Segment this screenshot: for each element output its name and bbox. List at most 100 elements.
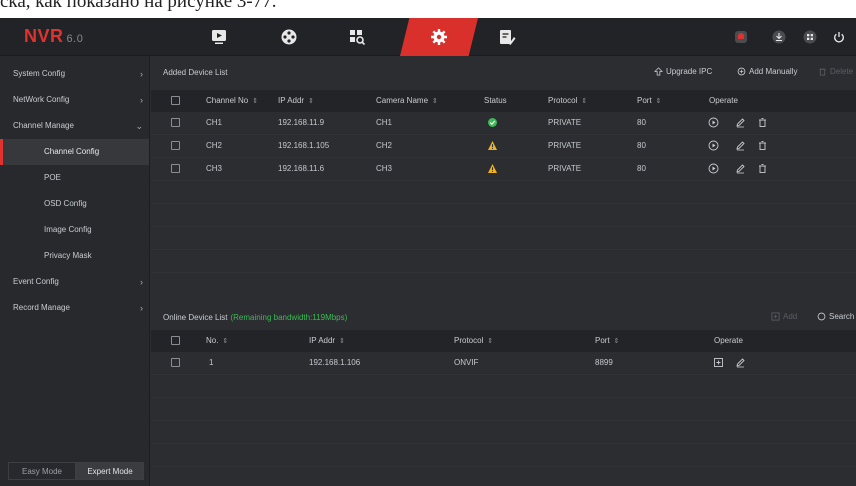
document-caption: ска, как показано на рисунке 3-77.: [0, 0, 856, 18]
search-icon[interactable]: [326, 18, 388, 56]
sidebar-item-system-config[interactable]: System Config ›: [0, 61, 149, 87]
cell-channel: CH2: [206, 141, 223, 150]
edit-icon[interactable]: [735, 140, 746, 151]
upgrade-ipc-button[interactable]: Upgrade IPC: [654, 67, 712, 76]
empty-row: [151, 273, 856, 296]
cell-channel: CH1: [206, 118, 223, 127]
sidebar-item-privacy-mask[interactable]: Privacy Mask: [0, 243, 149, 269]
empty-row: [151, 204, 856, 227]
cell-protocol: PRIVATE: [548, 164, 582, 173]
col-operate: Operate: [714, 336, 743, 345]
col-status: Status: [484, 96, 507, 105]
delete-button[interactable]: Delete: [818, 67, 853, 76]
empty-row: [151, 421, 856, 444]
row-checkbox[interactable]: [171, 164, 180, 173]
add-icon[interactable]: [713, 357, 724, 368]
col-port[interactable]: Port ⇕: [595, 330, 620, 352]
select-all-checkbox[interactable]: [171, 96, 180, 105]
add-device-button[interactable]: Add: [771, 312, 797, 321]
col-port[interactable]: Port ⇕: [637, 90, 662, 112]
sidebar: System Config › NetWork Config › Channel M…: [0, 56, 150, 486]
add-manually-button[interactable]: Add Manually: [737, 67, 797, 76]
online-table-header: No. ⇕ IP Addr ⇕ Protocol ⇕ Port ⇕ Operate: [151, 330, 856, 352]
power-icon[interactable]: [832, 30, 846, 44]
sidebar-item-channel-config[interactable]: Channel Config: [0, 139, 149, 165]
play-icon[interactable]: [708, 140, 719, 151]
trash-icon[interactable]: [757, 117, 768, 128]
table-row: CH3 192.168.11.6 CH3 PRIVATE 80: [151, 158, 856, 181]
expert-mode-button[interactable]: Expert Mode: [76, 462, 144, 480]
main-panel: Added Device List Upgrade IPC Add Manual…: [151, 56, 856, 486]
alarm-icon[interactable]: [734, 30, 748, 44]
live-view-icon[interactable]: [188, 18, 250, 56]
added-table-header: Channel No ⇕ IP Addr ⇕ Camera Name ⇕ Status…: [151, 90, 856, 112]
sidebar-item-channel-manage[interactable]: Channel Manage ⌄: [0, 113, 149, 139]
row-checkbox[interactable]: [171, 141, 180, 150]
row-checkbox[interactable]: [171, 358, 180, 367]
added-device-title: Added Device List: [163, 68, 228, 77]
col-protocol[interactable]: Protocol ⇕: [454, 330, 493, 352]
cell-ip: 192.168.11.6: [278, 164, 325, 173]
play-icon[interactable]: [708, 117, 719, 128]
playback-icon[interactable]: [258, 18, 320, 56]
mode-switch: Easy Mode Expert Mode: [8, 462, 144, 480]
table-row: CH1 192.168.11.9 CH1 PRIVATE 80: [151, 112, 856, 135]
refresh-icon: [817, 312, 826, 321]
top-bar: NVR 6.0: [0, 18, 856, 56]
sidebar-item-event-config[interactable]: Event Config ›: [0, 269, 149, 295]
select-all-checkbox[interactable]: [171, 336, 180, 345]
trash-icon[interactable]: [757, 163, 768, 174]
online-device-header: Online Device List (Remaining bandwidth:1…: [151, 299, 856, 325]
download-icon[interactable]: [772, 30, 786, 44]
cell-no: 1: [209, 358, 214, 367]
cell-camera: CH1: [376, 118, 393, 127]
edit-icon[interactable]: [735, 117, 746, 128]
cell-protocol: PRIVATE: [548, 118, 582, 127]
edit-icon[interactable]: [735, 163, 746, 174]
easy-mode-button[interactable]: Easy Mode: [8, 462, 76, 480]
play-icon[interactable]: [708, 163, 719, 174]
col-camera-name[interactable]: Camera Name ⇕: [376, 90, 438, 112]
search-button[interactable]: Search: [817, 312, 854, 321]
sidebar-item-image-config[interactable]: Image Config: [0, 217, 149, 243]
cell-camera: CH2: [376, 141, 393, 150]
row-checkbox[interactable]: [171, 118, 180, 127]
cell-ip: 192.168.1.105: [278, 141, 330, 150]
grid-icon[interactable]: [803, 30, 817, 44]
cell-ip: 192.168.11.9: [278, 118, 325, 127]
cell-port: 80: [637, 141, 646, 150]
empty-row: [151, 250, 856, 273]
empty-row: [151, 181, 856, 204]
status-warning-icon: [488, 164, 497, 173]
empty-row: [151, 444, 856, 467]
col-protocol[interactable]: Protocol ⇕: [548, 90, 587, 112]
empty-row: [151, 227, 856, 250]
sidebar-item-network-config[interactable]: NetWork Config ›: [0, 87, 149, 113]
sidebar-item-osd-config[interactable]: OSD Config: [0, 191, 149, 217]
empty-row: [151, 398, 856, 421]
settings-icon[interactable]: [400, 18, 478, 56]
added-device-header: Added Device List Upgrade IPC Add Manual…: [151, 56, 856, 82]
status-online-icon: [488, 118, 497, 127]
sidebar-item-poe[interactable]: POE: [0, 165, 149, 191]
online-device-title: Online Device List (Remaining bandwidth:1…: [163, 313, 348, 322]
table-row: CH2 192.168.1.105 CH2 PRIVATE 80: [151, 135, 856, 158]
edit-icon[interactable]: [735, 357, 746, 368]
sidebar-item-record-manage[interactable]: Record Manage ›: [0, 295, 149, 321]
logo: NVR 6.0: [24, 26, 84, 46]
col-ip-addr[interactable]: IP Addr ⇕: [309, 330, 345, 352]
cell-ip: 192.168.1.106: [309, 358, 361, 367]
col-ip-addr[interactable]: IP Addr ⇕: [278, 90, 314, 112]
cell-channel: CH3: [206, 164, 223, 173]
cell-protocol: ONVIF: [454, 358, 479, 367]
cell-protocol: PRIVATE: [548, 141, 582, 150]
maintenance-icon[interactable]: [476, 18, 538, 56]
add-manually-icon: [737, 67, 746, 76]
nvr-app: NVR 6.0 System Config › NetWork Config › Ch…: [0, 18, 856, 486]
trash-icon: [819, 68, 826, 76]
cell-camera: CH3: [376, 164, 393, 173]
trash-icon[interactable]: [757, 140, 768, 151]
col-channel-no[interactable]: Channel No ⇕: [206, 90, 258, 112]
empty-row: [151, 375, 856, 398]
col-no[interactable]: No. ⇕: [206, 330, 228, 352]
